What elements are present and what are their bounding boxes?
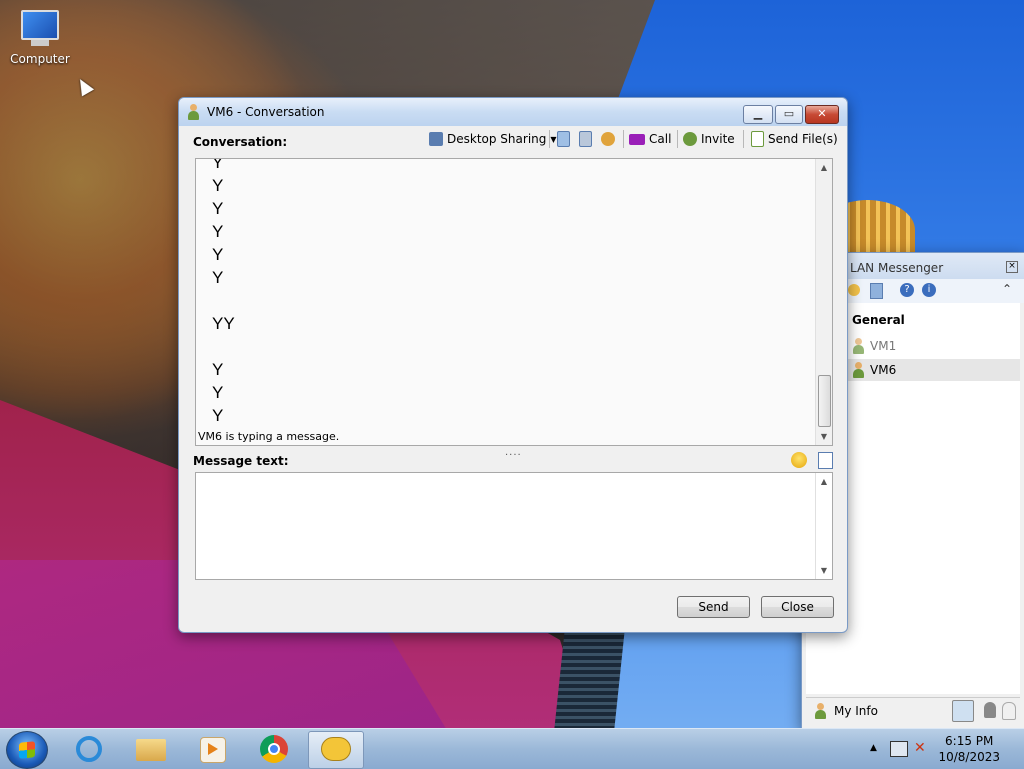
conversation-scrollbar[interactable]: ▲ ▼: [815, 159, 832, 445]
minimize-button[interactable]: ▁: [743, 105, 773, 124]
conversation-toolbar: Conversation: Desktop Sharing ▼ Call Inv…: [187, 126, 839, 152]
history-icon[interactable]: [870, 283, 883, 299]
taskbar-internet-explorer[interactable]: [62, 731, 116, 767]
system-clock[interactable]: 6:15 PM 10/8/2023: [938, 733, 1000, 765]
invite-button[interactable]: Invite: [683, 130, 735, 148]
status-online-icon[interactable]: [952, 700, 974, 722]
scroll-up-icon[interactable]: ▲: [816, 477, 832, 486]
message-line: Y: [212, 406, 224, 425]
video-camera-icon: [629, 133, 645, 145]
invite-label: Invite: [701, 132, 735, 146]
contact-name: VM1: [870, 339, 897, 353]
user-icon: [852, 338, 864, 354]
close-icon[interactable]: ×: [1006, 261, 1018, 273]
desktop-icon-label: Computer: [10, 52, 70, 66]
taskbar: ▲ ✕ 6:15 PM 10/8/2023: [0, 728, 1024, 769]
message-text-label: Message text:: [193, 454, 289, 468]
send-files-button[interactable]: Send File(s): [751, 130, 838, 148]
message-line: Y: [212, 222, 224, 241]
message-line: Y: [212, 199, 224, 218]
scroll-down-icon[interactable]: ▼: [816, 566, 832, 575]
taskbar-chrome[interactable]: [248, 731, 302, 767]
close-window-button[interactable]: ✕: [805, 105, 839, 124]
send-button[interactable]: Send: [677, 596, 750, 618]
start-button[interactable]: [6, 731, 48, 769]
maximize-button[interactable]: ▭: [775, 105, 803, 124]
broadcast-icon: [601, 132, 615, 146]
my-info-button[interactable]: My Info: [834, 704, 878, 718]
desktop-icon-computer[interactable]: Computer: [8, 8, 72, 66]
volume-muted-icon[interactable]: ✕: [914, 740, 926, 756]
contact-name: VM6: [870, 363, 897, 377]
history-icon: [557, 131, 570, 147]
group-header-general[interactable]: General: [852, 313, 905, 327]
contact-row-vm6[interactable]: VM6: [846, 359, 1020, 381]
broadcast-button[interactable]: [601, 130, 615, 148]
clock-date: 10/8/2023: [938, 750, 1000, 764]
help-icon[interactable]: ?: [900, 283, 914, 297]
network-icon[interactable]: [890, 741, 908, 757]
taskbar-media-player[interactable]: [186, 731, 240, 767]
dropdown-arrow-icon: ▼: [550, 134, 557, 144]
conversation-window: VM6 - Conversation ▁ ▭ ✕ Conversation: D…: [178, 97, 848, 633]
show-hidden-icons-icon[interactable]: ▲: [870, 743, 877, 753]
message-list: Y Y Y Y Y Y YY Y Y Y: [212, 158, 235, 427]
taskbar-file-explorer[interactable]: [124, 731, 178, 767]
message-input[interactable]: ▲ ▼: [195, 472, 833, 580]
file-explorer-icon: [136, 739, 166, 761]
invite-users-icon: [683, 132, 697, 146]
scroll-down-icon[interactable]: ▼: [816, 432, 832, 441]
desktop-sharing-icon: [429, 132, 443, 146]
wallpaper-tower: [554, 620, 626, 730]
status-away-icon[interactable]: [984, 702, 996, 718]
internet-explorer-icon: [76, 736, 102, 762]
close-button[interactable]: Close: [761, 596, 834, 618]
contact-row-vm1[interactable]: VM1: [846, 335, 1020, 357]
clock-time: 6:15 PM: [945, 734, 994, 748]
typing-status: VM6 is typing a message.: [198, 430, 340, 443]
chevron-up-icon[interactable]: ⌃: [1002, 282, 1012, 296]
splitter-handle[interactable]: ....: [505, 447, 522, 458]
status-offline-icon[interactable]: [1002, 702, 1016, 720]
scrollbar-thumb[interactable]: [818, 375, 831, 427]
desktop-sharing-label: Desktop Sharing: [447, 132, 547, 146]
lan-messenger-icon: [321, 737, 351, 761]
transfers-icon: [579, 131, 592, 147]
message-line: Y: [212, 245, 224, 264]
info-icon[interactable]: i: [922, 283, 936, 297]
window-title: VM6 - Conversation: [207, 105, 325, 119]
scroll-up-icon[interactable]: ▲: [816, 163, 832, 172]
conversation-history[interactable]: Y Y Y Y Y Y YY Y Y Y VM6 is typing a message. ▲ ▼: [195, 158, 833, 446]
taskbar-lan-messenger[interactable]: [308, 731, 364, 769]
message-line: Y: [212, 360, 224, 379]
lan-messenger-title: LAN Messenger: [850, 261, 944, 275]
windows-logo-icon: [19, 741, 35, 759]
message-line: Y: [212, 268, 224, 287]
conversation-body: Conversation: Desktop Sharing ▼ Call Inv…: [187, 126, 839, 624]
message-line: [212, 289, 235, 312]
message-line: Y: [212, 176, 224, 195]
message-line: Y: [212, 158, 224, 172]
emoticon-icon[interactable]: [791, 452, 807, 468]
call-button[interactable]: Call: [629, 130, 671, 148]
message-line: [212, 335, 235, 358]
transfers-button[interactable]: [579, 130, 592, 148]
conversation-label: Conversation:: [193, 135, 288, 149]
call-label: Call: [649, 132, 672, 146]
send-file-icon: [751, 131, 764, 147]
lan-messenger-footer: My Info: [806, 697, 1020, 724]
message-scrollbar[interactable]: ▲ ▼: [815, 473, 832, 579]
send-files-label: Send File(s): [768, 132, 838, 146]
computer-icon: [21, 10, 59, 40]
history-button[interactable]: [557, 130, 570, 148]
user-icon: [852, 362, 864, 378]
message-line: YY: [212, 314, 235, 333]
desktop-sharing-button[interactable]: Desktop Sharing ▼: [429, 130, 557, 148]
my-info-icon: [814, 703, 826, 719]
add-contact-icon[interactable]: [848, 284, 860, 296]
font-settings-icon[interactable]: [818, 452, 833, 469]
conversation-titlebar[interactable]: VM6 - Conversation ▁ ▭ ✕: [179, 98, 847, 126]
message-line: Y: [212, 383, 224, 402]
